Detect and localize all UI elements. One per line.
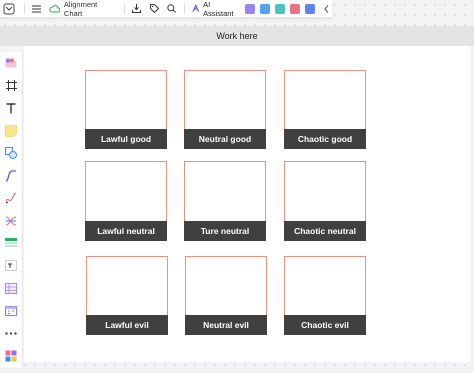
alignment-card[interactable]: Lawful evil: [86, 256, 168, 335]
card-label: Chaotic good: [284, 129, 366, 149]
alignment-card[interactable]: Lawful good: [85, 70, 167, 149]
connector-icon[interactable]: [0, 165, 22, 188]
text-box-icon[interactable]: [0, 255, 22, 278]
card-label: Neutral good: [184, 129, 266, 149]
ai-icon: [192, 4, 199, 12]
card-label: Neutral evil: [185, 315, 267, 335]
templates-icon[interactable]: [0, 52, 22, 75]
card-label: Chaotic neutral: [284, 221, 366, 241]
search-icon[interactable]: [165, 0, 178, 17]
card-label: Lawful evil: [86, 315, 168, 335]
alignment-card[interactable]: Lawful neutral: [85, 161, 167, 241]
alignment-card[interactable]: Neutral good: [184, 70, 266, 149]
table-icon[interactable]: [0, 232, 22, 255]
work-here-banner: Work here: [0, 26, 474, 46]
top-toolbar: Alignment Chart AI Assistant: [0, 0, 332, 18]
menu-icon[interactable]: [30, 0, 43, 17]
alignment-card[interactable]: Chaotic evil: [284, 256, 366, 335]
tag-icon[interactable]: [147, 0, 162, 17]
mind-map-icon[interactable]: [0, 210, 22, 233]
banner-text: Work here: [216, 31, 258, 41]
logo-icon[interactable]: [0, 0, 19, 17]
apps-icon[interactable]: [0, 345, 22, 368]
cloud-icon: [47, 0, 62, 17]
grid-icon[interactable]: [0, 277, 22, 300]
ai-assistant-label: AI Assistant: [203, 0, 234, 18]
image-gen-icon[interactable]: [289, 3, 300, 14]
chat-icon[interactable]: [304, 3, 315, 14]
share-icon[interactable]: [274, 3, 285, 14]
sticky-note-icon[interactable]: [0, 120, 22, 143]
divider: [183, 3, 185, 14]
text-icon[interactable]: [0, 97, 22, 120]
document-title[interactable]: Alignment Chart: [64, 0, 115, 18]
calendar-icon[interactable]: [0, 300, 22, 323]
shapes-icon[interactable]: [0, 142, 22, 165]
alignment-card[interactable]: Chaotic neutral: [284, 161, 366, 241]
card-label: Lawful good: [85, 129, 167, 149]
more-icon[interactable]: [0, 322, 22, 345]
ai-assistant-button[interactable]: AI Assistant: [192, 0, 240, 18]
divider: [23, 3, 25, 14]
frame-icon[interactable]: [0, 75, 22, 98]
collapse-icon[interactable]: [321, 0, 332, 17]
card-label: Lawful neutral: [85, 221, 167, 241]
divider: [124, 3, 126, 14]
alignment-card[interactable]: Chaotic good: [284, 70, 366, 149]
card-label: Ture neutral: [184, 221, 266, 241]
card-label: Chaotic evil: [284, 315, 366, 335]
download-icon[interactable]: [130, 0, 143, 17]
magic-icon[interactable]: [244, 3, 255, 14]
pen-icon[interactable]: [0, 187, 22, 210]
presentation-icon[interactable]: [259, 3, 270, 14]
alignment-card[interactable]: Neutral evil: [185, 256, 267, 335]
alignment-card[interactable]: Ture neutral: [184, 161, 266, 241]
toolbar-apps: [240, 3, 315, 14]
left-sidebar: [0, 52, 23, 368]
